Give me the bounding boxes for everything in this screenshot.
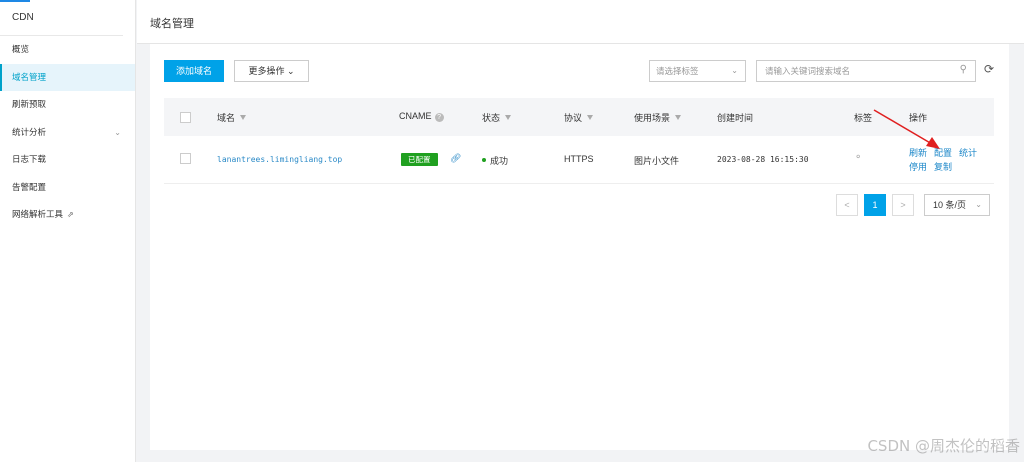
search-box: ⚲ bbox=[756, 60, 976, 82]
sidebar-item-label: 日志下载 bbox=[12, 154, 47, 164]
filter-icon[interactable] bbox=[587, 115, 594, 120]
cname-status-badge: 已配置 bbox=[401, 153, 438, 166]
prev-page-button[interactable]: < bbox=[836, 194, 858, 216]
annotation-arrow-head bbox=[926, 137, 940, 149]
row-checkbox[interactable] bbox=[180, 153, 191, 164]
tag-select[interactable]: 请选择标签 ⌄ bbox=[649, 60, 746, 82]
watermark: CSDN @周杰伦的稻香 bbox=[867, 437, 1020, 455]
sidebar-item-label: 刷新预取 bbox=[12, 99, 47, 109]
page-title: 域名管理 bbox=[150, 18, 194, 30]
sidebar-item-alert-config[interactable]: 告警配置 bbox=[0, 174, 135, 202]
status-cell: 成功 bbox=[482, 154, 508, 167]
disable-op-link[interactable]: 停用 bbox=[909, 160, 927, 173]
tag-icon[interactable]: ⚬ bbox=[854, 152, 862, 163]
external-link-icon: ⇗ bbox=[67, 210, 74, 219]
sidebar-item-label: 告警配置 bbox=[12, 181, 47, 192]
annotation-arrow-line bbox=[873, 109, 933, 145]
page-size-value: 10 条/页 bbox=[933, 200, 967, 210]
current-page-button[interactable]: 1 bbox=[864, 194, 886, 216]
column-header-label: 域名 bbox=[217, 113, 236, 123]
sidebar-item-refresh-prefetch[interactable]: 刷新预取 bbox=[0, 91, 135, 119]
sidebar: CDN 概览 域名管理 刷新预取 统计分析 ⌄ 日志下载 告警配置 网络解析工具 ⇗ bbox=[0, 0, 136, 462]
sidebar-item-label: 网络解析工具 bbox=[12, 209, 64, 219]
refresh-icon[interactable]: ⟳ bbox=[984, 62, 994, 76]
column-header-cname: CNAME? bbox=[399, 111, 444, 122]
more-actions-button[interactable]: 更多操作 ⌄ bbox=[234, 60, 309, 82]
chevron-down-icon: ⌄ bbox=[731, 66, 738, 75]
status-dot bbox=[482, 158, 486, 162]
sidebar-accent-bar bbox=[0, 0, 30, 2]
column-header-created: 创建时间 bbox=[717, 113, 754, 123]
search-icon[interactable]: ⚲ bbox=[960, 64, 967, 75]
created-time-cell: 2023-08-28 16:15:30 bbox=[717, 155, 809, 164]
filter-icon[interactable] bbox=[675, 115, 682, 120]
column-header-protocol: 协议 bbox=[564, 111, 594, 124]
chevron-down-icon: ⌄ bbox=[286, 66, 295, 76]
stats-op-link[interactable]: 统计 bbox=[959, 146, 977, 159]
add-domain-button[interactable]: 添加域名 bbox=[164, 60, 224, 82]
search-input[interactable] bbox=[757, 61, 947, 81]
column-header-scene: 使用场景 bbox=[634, 111, 682, 124]
sidebar-item-network-tools[interactable]: 网络解析工具 ⇗ bbox=[0, 201, 135, 229]
next-page-button[interactable]: > bbox=[892, 194, 914, 216]
annotation-arrow bbox=[873, 109, 940, 149]
domain-list-card: 添加域名 更多操作 ⌄ 请选择标签 ⌄ ⚲ ⟳ 域名 CNAME? 状态 协议 … bbox=[150, 44, 1009, 450]
sidebar-item-label: 统计分析 bbox=[12, 126, 47, 137]
filter-icon[interactable] bbox=[505, 115, 512, 120]
sidebar-nav: 概览 域名管理 刷新预取 统计分析 ⌄ 日志下载 告警配置 网络解析工具 ⇗ bbox=[0, 36, 135, 229]
domain-link[interactable]: lanantrees.limingliang.top bbox=[217, 155, 342, 164]
copy-op-link[interactable]: 复制 bbox=[934, 160, 952, 173]
column-header-label: 状态 bbox=[482, 113, 501, 123]
filter-icon[interactable] bbox=[240, 115, 247, 120]
protocol-cell: HTTPS bbox=[564, 154, 594, 164]
sidebar-item-log-download[interactable]: 日志下载 bbox=[0, 146, 135, 174]
link-icon[interactable]: 🔗︎ bbox=[450, 153, 461, 164]
page-header: 域名管理 bbox=[137, 0, 1024, 44]
sidebar-item-statistics[interactable]: 统计分析 ⌄ bbox=[0, 119, 135, 147]
sidebar-item-domain-management[interactable]: 域名管理 bbox=[0, 63, 135, 91]
column-header-label: CNAME bbox=[399, 111, 432, 121]
more-actions-label: 更多操作 bbox=[248, 66, 285, 76]
column-header-status: 状态 bbox=[482, 111, 512, 124]
column-header-label: 使用场景 bbox=[634, 113, 671, 123]
status-text: 成功 bbox=[490, 156, 509, 166]
chevron-down-icon: ⌄ bbox=[114, 127, 121, 137]
column-header-label: 协议 bbox=[564, 113, 583, 123]
column-header-domain: 域名 bbox=[217, 111, 247, 124]
sidebar-item-overview[interactable]: 概览 bbox=[0, 36, 135, 64]
chevron-down-icon: ⌄ bbox=[975, 200, 982, 209]
page-size-select[interactable]: 10 条/页 ⌄ bbox=[924, 194, 990, 216]
sidebar-title: CDN bbox=[0, 0, 123, 36]
sidebar-item-label: 域名管理 bbox=[12, 71, 47, 82]
sidebar-item-label: 概览 bbox=[12, 44, 30, 54]
tag-select-placeholder: 请选择标签 bbox=[656, 66, 699, 76]
select-all-checkbox[interactable] bbox=[180, 112, 191, 123]
help-icon[interactable]: ? bbox=[434, 113, 444, 122]
scene-cell: 图片小文件 bbox=[634, 156, 680, 166]
